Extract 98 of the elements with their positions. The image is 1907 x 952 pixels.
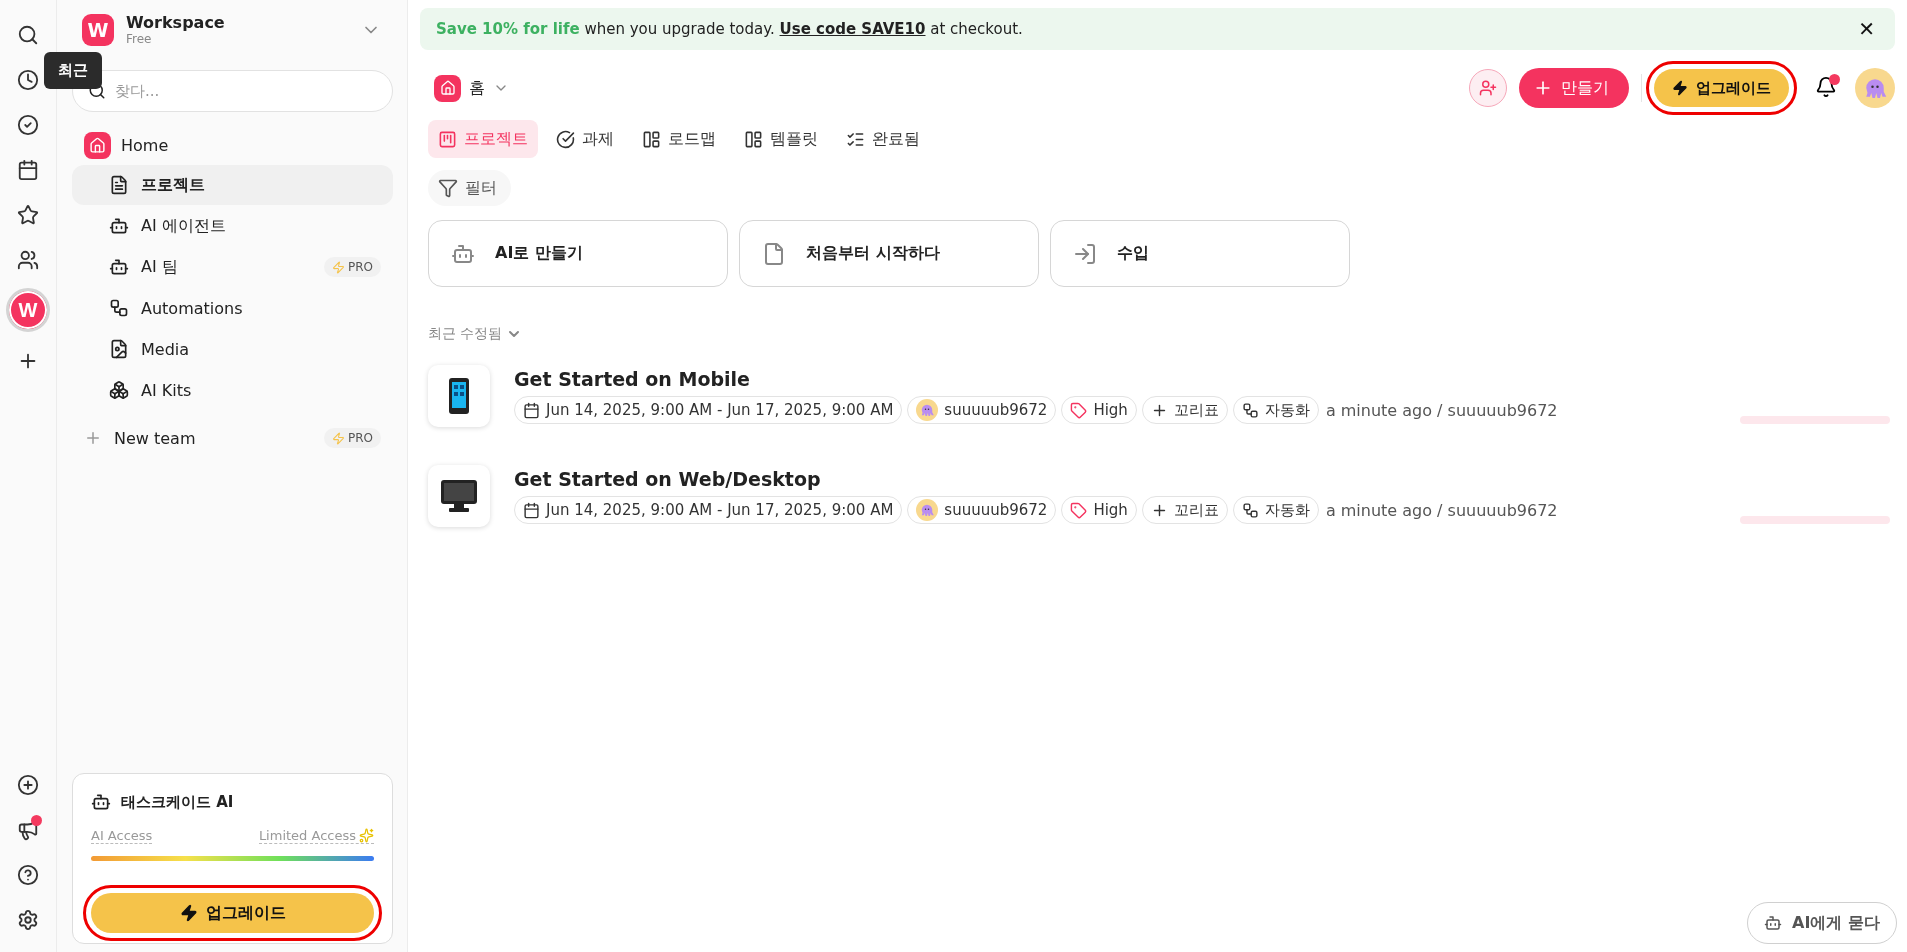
workspace-plan: Free <box>126 32 153 46</box>
action-card[interactable]: 처음부터 시작하다 <box>739 220 1039 287</box>
ask-ai-button[interactable]: AI에게 묻다 <box>1747 902 1897 944</box>
plus-icon <box>84 429 102 447</box>
tag-chip[interactable]: 꼬리표 <box>1141 396 1228 424</box>
updated-text: a minute ago / suuuuub9672 <box>1325 500 1558 520</box>
monitor-icon <box>440 479 478 513</box>
flow-icon <box>1241 401 1259 419</box>
filter-icon <box>438 178 458 198</box>
nav-label: AI 에이전트 <box>141 215 226 237</box>
priority-chip[interactable]: High <box>1061 496 1137 524</box>
lightning-icon <box>331 431 345 445</box>
nav-item[interactable]: Automations <box>72 288 393 328</box>
nav-item[interactable]: Home <box>72 126 393 164</box>
tag-icon <box>1070 401 1088 419</box>
nav-label: Automations <box>141 298 243 318</box>
tag-chip[interactable]: 꼬리표 <box>1141 496 1228 524</box>
file-icon <box>762 241 786 266</box>
project-title[interactable]: Get Started on Web/Desktop <box>514 468 821 490</box>
lightning-icon <box>179 904 198 922</box>
calendar-icon <box>17 158 39 181</box>
action-card[interactable]: AI로 만들기 <box>428 220 728 287</box>
ai-title: 태스크케이드 AI <box>121 792 234 812</box>
assignee-chip[interactable]: suuuuub9672 <box>907 396 1057 424</box>
priority-chip[interactable]: High <box>1061 396 1137 424</box>
nav-item[interactable]: AI Kits <box>72 370 393 410</box>
help-icon <box>17 863 39 886</box>
user-avatar[interactable] <box>1855 68 1895 108</box>
nav-item[interactable]: 프로젝트 <box>72 165 393 205</box>
robot-icon <box>109 257 129 277</box>
tooltip: 최근 <box>44 52 102 89</box>
lightning-icon <box>331 260 345 274</box>
nav-label: Home <box>121 135 169 155</box>
layout-icon <box>744 129 763 149</box>
board-icon <box>438 129 457 149</box>
workspace-avatar[interactable]: W <box>6 288 50 332</box>
calendar-icon <box>523 401 540 419</box>
bell-icon <box>1815 75 1837 98</box>
promo-text: Save 10% for life when you upgrade today. Use code SAVE10 at checkout. <box>436 20 1023 38</box>
tag-icon <box>1070 501 1088 519</box>
create-button[interactable]: 만들기 <box>1519 68 1629 108</box>
lightning-icon <box>1672 80 1688 96</box>
robot-icon <box>109 216 129 236</box>
nav-item[interactable]: AI 에이전트 <box>72 206 393 246</box>
access-label: AI Access <box>91 828 153 844</box>
flow-icon <box>1241 501 1259 519</box>
updated-text: a minute ago / suuuuub9672 <box>1325 400 1558 420</box>
flow-icon <box>109 298 129 318</box>
star-icon <box>17 203 39 226</box>
tab[interactable]: 완료됨 <box>836 120 930 158</box>
nav-item[interactable]: AI 팀 PRO <box>72 247 393 287</box>
workspace-logo: W <box>82 14 114 46</box>
date-chip[interactable]: Jun 14, 2025, 9:00 AM - Jun 17, 2025, 9:00 AM <box>514 396 903 424</box>
nav-label: Media <box>141 339 190 359</box>
nav-label: AI Kits <box>141 380 192 400</box>
phone-icon <box>448 377 470 415</box>
close-button[interactable]: ✕ <box>1852 16 1881 42</box>
tab[interactable]: 로드맵 <box>632 120 726 158</box>
add-user-icon <box>1479 79 1497 97</box>
tab[interactable]: 템플릿 <box>734 120 828 158</box>
check-circle-icon <box>17 113 39 136</box>
date-chip[interactable]: Jun 14, 2025, 9:00 AM - Jun 17, 2025, 9:00 AM <box>514 496 903 524</box>
pro-badge: PRO <box>323 257 381 277</box>
new-team-button[interactable]: New team PRO <box>72 418 393 458</box>
automation-chip[interactable]: 자동화 <box>1232 496 1319 524</box>
new-team-label: New team <box>114 428 196 448</box>
plus-circle-icon <box>17 773 39 796</box>
workspace-name: Workspace <box>126 14 225 32</box>
invite-button[interactable] <box>1469 69 1507 107</box>
pro-badge: PRO <box>323 428 381 448</box>
home-icon <box>434 74 461 102</box>
file-icon <box>109 339 129 359</box>
nav-item[interactable]: Media <box>72 329 393 369</box>
nav-label: AI 팀 <box>141 256 178 278</box>
breadcrumb[interactable]: 홈 <box>428 74 515 102</box>
action-card[interactable]: 수입 <box>1050 220 1350 287</box>
roadmap-icon <box>642 129 661 149</box>
settings-icon <box>17 908 39 931</box>
nav-label: 프로젝트 <box>141 174 205 196</box>
access-value: Limited Access <box>258 828 374 844</box>
project-title[interactable]: Get Started on Mobile <box>514 368 750 390</box>
tab[interactable]: 과제 <box>546 120 624 158</box>
robot-icon <box>1764 914 1783 932</box>
automation-chip[interactable]: 자동화 <box>1232 396 1319 424</box>
robot-icon <box>91 792 111 812</box>
calendar-icon <box>523 501 540 519</box>
check-circle-icon <box>556 129 575 149</box>
home-icon <box>84 131 111 159</box>
search-icon <box>17 23 39 46</box>
boxes-icon <box>109 380 129 400</box>
section-toggle[interactable]: 최근 수정됨 <box>428 325 523 343</box>
assignee-chip[interactable]: suuuuub9672 <box>907 496 1057 524</box>
document-icon <box>109 175 129 195</box>
clock-icon <box>17 68 39 91</box>
filter-button[interactable]: 필터 <box>428 170 511 206</box>
sparkle-icon <box>359 828 374 843</box>
import-icon <box>1073 241 1097 266</box>
people-icon <box>17 248 39 271</box>
